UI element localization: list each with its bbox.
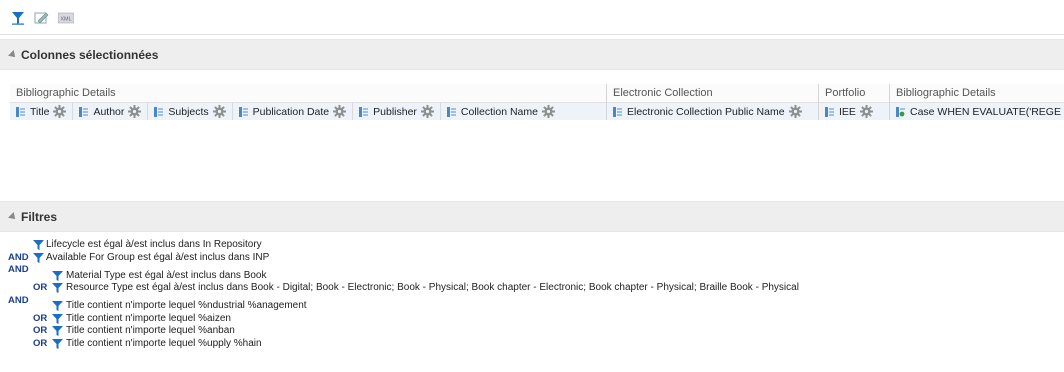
filter-icon	[52, 301, 64, 311]
filter-text: Resource Type est égal à/est inclus dans…	[66, 282, 799, 293]
filters-list: Lifecycle est égal à/est inclus dans In …	[8, 239, 908, 350]
filter-text: Title contient n'importe lequel %aizen	[66, 312, 231, 324]
column-group-name: Bibliographic Details	[10, 84, 606, 103]
column-label: Publication Date	[252, 105, 330, 118]
filter-operator[interactable]: OR	[33, 282, 47, 295]
filter-row[interactable]: OR Title contient n'importe lequel %aize…	[8, 313, 908, 326]
column-iee[interactable]: IEE	[819, 103, 879, 120]
filter-row[interactable]: Material Type est égal à/est inclus dans…	[8, 270, 908, 283]
gear-icon[interactable]	[541, 105, 555, 118]
column-group-name: Portfolio	[819, 84, 889, 103]
filter-row[interactable]: Title contient n'importe lequel %ndustri…	[8, 300, 908, 313]
column-case-when[interactable]: Case WHEN EVALUATE('REGE	[890, 103, 1064, 120]
toolbar-separator	[0, 34, 1064, 35]
filter-text: Material Type est égal à/est inclus dans…	[66, 269, 267, 281]
column-icon	[825, 106, 834, 117]
gear-icon[interactable]	[420, 105, 434, 118]
filter-text: Title contient n'importe lequel %anban	[66, 325, 235, 336]
formula-column-icon	[896, 106, 905, 117]
filter-icon	[52, 283, 64, 293]
filter-row[interactable]: Lifecycle est égal à/est inclus dans In …	[8, 239, 908, 252]
collapse-triangle-icon[interactable]	[8, 49, 18, 60]
filter-row[interactable]: OR Title contient n'importe lequel %uppl…	[8, 338, 908, 351]
column-group-bibliographic-details-2: Bibliographic Details Case WHEN EVALUATE…	[890, 84, 1064, 120]
column-icon	[79, 106, 89, 117]
column-label: Author	[93, 105, 125, 118]
column-group-name: Bibliographic Details	[890, 84, 1064, 103]
filters-header[interactable]: Filtres	[0, 201, 1064, 232]
column-collection-name[interactable]: Collection Name	[441, 103, 561, 120]
filter-row[interactable]: OR Title contient n'importe lequel %anba…	[8, 325, 908, 338]
filter-operator[interactable]: OR	[33, 313, 47, 326]
gear-icon[interactable]	[788, 105, 802, 118]
column-author[interactable]: Author	[73, 103, 149, 120]
column-group-electronic-collection: Electronic Collection Electronic Collect…	[607, 84, 819, 120]
edit-formula-icon[interactable]	[34, 10, 50, 26]
column-group-portfolio: Portfolio IEE	[819, 84, 890, 120]
gear-icon[interactable]	[53, 105, 67, 118]
column-icon	[16, 106, 25, 117]
filter-text: Title contient n'importe lequel %upply %…	[66, 337, 262, 349]
gear-icon[interactable]	[212, 105, 226, 118]
collapse-triangle-icon[interactable]	[8, 211, 18, 222]
filter-icon	[52, 326, 64, 336]
filter-text: Title contient n'importe lequel %ndustri…	[66, 300, 307, 311]
filter-row[interactable]: AND Available For Group est égal à/est i…	[8, 252, 908, 265]
filter-icon	[52, 338, 64, 349]
selected-columns-title: Colonnes sélectionnées	[21, 47, 159, 62]
toolbar: XML	[10, 10, 74, 26]
gear-icon[interactable]	[128, 105, 142, 118]
column-group-name: Electronic Collection	[607, 84, 818, 103]
xml-icon[interactable]: XML	[58, 10, 74, 26]
column-label: Subjects	[168, 105, 209, 118]
column-label: Collection Name	[460, 105, 538, 118]
column-label: Title	[30, 105, 50, 118]
column-title[interactable]: Title	[10, 103, 74, 120]
column-label: Electronic Collection Public Name	[627, 105, 785, 118]
column-electronic-collection-public-name[interactable]: Electronic Collection Public Name	[607, 103, 808, 120]
filter-icon	[33, 240, 45, 250]
filter-operator[interactable]: OR	[33, 325, 47, 338]
column-icon	[613, 106, 622, 117]
column-label: Publisher	[373, 105, 417, 118]
column-publication-date[interactable]: Publication Date	[233, 103, 354, 120]
filter-operator[interactable]: OR	[33, 338, 47, 351]
gear-icon[interactable]	[333, 105, 347, 118]
column-group-bibliographic-details: Bibliographic Details Title Author Subje…	[10, 84, 607, 120]
column-icon	[446, 106, 456, 117]
column-icon	[359, 106, 369, 117]
column-publisher[interactable]: Publisher	[353, 103, 441, 120]
selected-columns-area: Bibliographic Details Title Author Subje…	[10, 84, 1064, 120]
column-icon	[154, 106, 164, 117]
filters-title: Filtres	[21, 209, 58, 224]
filter-icon	[33, 252, 45, 263]
filter-text: Lifecycle est égal à/est inclus dans In …	[46, 239, 262, 250]
filter-row[interactable]: OR Resource Type est égal à/est inclus d…	[8, 282, 908, 295]
filter-text: Available For Group est égal à/est inclu…	[46, 251, 270, 263]
column-subjects[interactable]: Subjects	[148, 103, 233, 120]
filter-icon	[52, 270, 64, 281]
filter-icon	[52, 313, 64, 324]
column-icon	[238, 106, 248, 117]
column-label: IEE	[839, 105, 856, 118]
column-label: Case WHEN EVALUATE('REGE	[910, 105, 1061, 118]
filter-operator[interactable]: AND	[8, 252, 29, 265]
filter-icon[interactable]	[10, 10, 26, 26]
xml-icon-label: XML	[60, 17, 71, 23]
gear-icon[interactable]	[859, 105, 873, 118]
selected-columns-header[interactable]: Colonnes sélectionnées	[0, 39, 1064, 70]
